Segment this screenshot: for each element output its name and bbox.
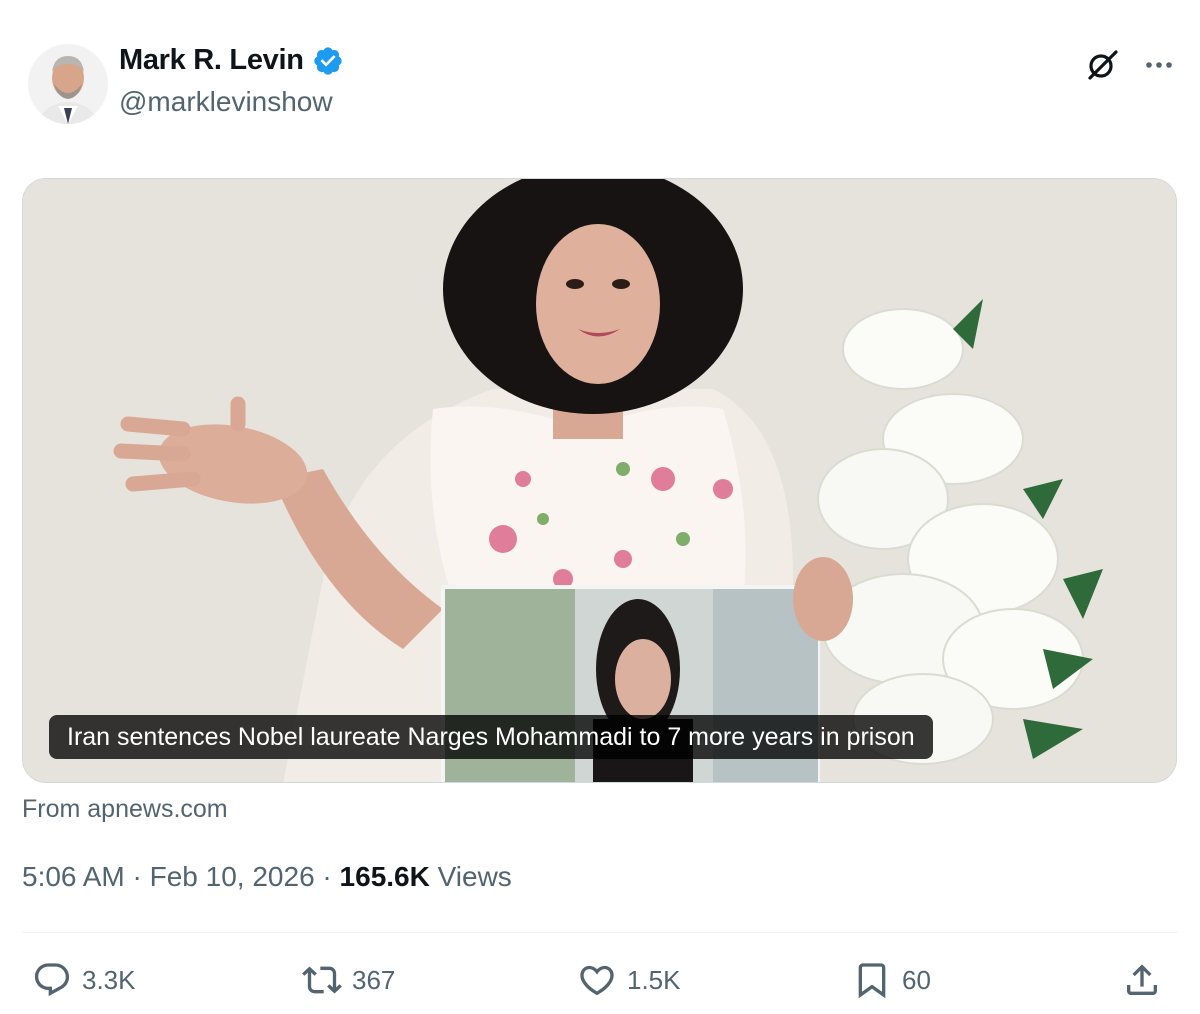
avatar-image: [28, 44, 108, 124]
name-row: Mark R. Levin: [119, 44, 344, 77]
reply-count: 3.3K: [82, 964, 136, 995]
grok-icon[interactable]: [1084, 46, 1122, 84]
like-button[interactable]: 1.5K: [577, 955, 681, 1005]
tweet-media-card[interactable]: Iran sentences Nobel laureate Narges Moh…: [22, 178, 1177, 783]
views-count: 165.6K: [339, 861, 430, 892]
like-count: 1.5K: [627, 964, 681, 995]
handle[interactable]: @marklevinshow: [119, 86, 333, 118]
source-link[interactable]: From apnews.com: [22, 795, 228, 824]
display-name[interactable]: Mark R. Levin: [119, 44, 304, 77]
meta-separator: ·: [124, 861, 150, 892]
bookmark-count: 60: [902, 964, 931, 995]
reply-icon: [34, 963, 70, 997]
avatar[interactable]: [28, 44, 108, 124]
tweet-header: Mark R. Levin @marklevinshow: [22, 40, 1178, 130]
heart-icon: [580, 965, 614, 996]
bookmark-button[interactable]: 60: [852, 955, 931, 1005]
tweet-time[interactable]: 5:06 AM: [22, 861, 125, 892]
tweet-date[interactable]: Feb 10, 2026: [150, 861, 315, 892]
repost-button[interactable]: 367: [302, 955, 395, 1005]
verified-badge-icon: [312, 45, 344, 77]
action-bar: 3.3K 367 1.5K 60: [22, 955, 1178, 1005]
news-photo: [23, 179, 1176, 782]
tweet-meta: 5:06 AM · Feb 10, 2026 · 165.6K Views: [22, 861, 512, 893]
share-icon: [1127, 964, 1157, 995]
repost-count: 367: [352, 964, 396, 995]
media-caption: Iran sentences Nobel laureate Narges Moh…: [49, 715, 933, 759]
divider: [22, 932, 1178, 933]
reply-button[interactable]: 3.3K: [32, 955, 136, 1005]
share-button[interactable]: [1122, 955, 1162, 1005]
meta-separator: ·: [314, 861, 340, 892]
more-icon[interactable]: [1140, 46, 1178, 84]
bookmark-icon: [858, 963, 886, 999]
repost-icon: [302, 966, 342, 994]
views-label: Views: [429, 861, 512, 892]
